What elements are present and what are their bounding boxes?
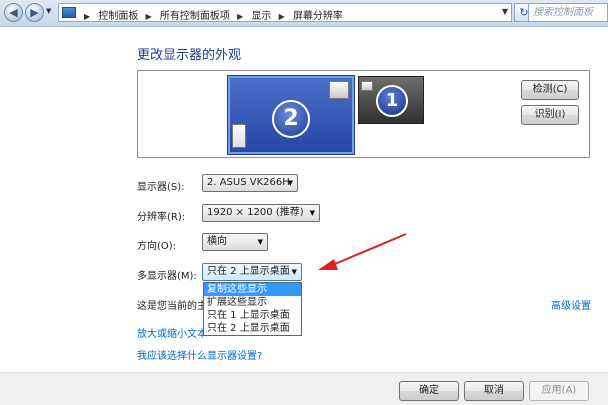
- chevron-down-icon: ▼: [257, 238, 263, 246]
- display-settings-help-link[interactable]: 我应该选择什么显示器设置?: [137, 347, 262, 362]
- breadcrumb-chevron-icon[interactable]: ▶: [84, 12, 90, 21]
- address-bar-area: ◀ ▶ ▼ ▶ 控制面板 ▶ 所有控制面板项 ▶ 显示 ▶ 屏幕分辨率 ▼ ↻ …: [0, 0, 608, 27]
- ok-button[interactable]: 确定: [399, 381, 459, 401]
- annotation-arrow-icon: [318, 233, 407, 270]
- display-select[interactable]: 2. ASUS VK266H ▼: [202, 174, 298, 192]
- search-input[interactable]: 搜索控制面板: [528, 3, 608, 22]
- multiple-displays-label: 多显示器(M):: [137, 271, 197, 282]
- display-select-value: 2. ASUS VK266H: [207, 177, 290, 188]
- window-icon: [361, 81, 373, 91]
- back-button[interactable]: ◀: [4, 3, 23, 22]
- chevron-down-icon: ▼: [287, 179, 293, 187]
- window-icon: [329, 81, 349, 99]
- breadcrumb-control-panel[interactable]: 控制面板: [98, 11, 138, 22]
- menu-item-duplicate[interactable]: 复制这些显示: [204, 283, 301, 296]
- monitor-1-tile[interactable]: 1: [358, 76, 424, 124]
- orientation-select-value: 横向: [207, 236, 227, 247]
- desktop-icon: [232, 124, 246, 148]
- chevron-down-icon: ▼: [309, 209, 315, 217]
- dialog-footer: 确定 取消 应用(A): [0, 372, 608, 405]
- breadcrumb-all-items[interactable]: 所有控制面板项: [160, 11, 230, 22]
- address-field[interactable]: ▶ 控制面板 ▶ 所有控制面板项 ▶ 显示 ▶ 屏幕分辨率 ▼: [58, 3, 512, 22]
- page-title: 更改显示器的外观: [137, 48, 242, 63]
- orientation-select[interactable]: 横向 ▼: [202, 233, 268, 251]
- detect-button[interactable]: 检测(C): [521, 80, 579, 100]
- breadcrumb-display[interactable]: 显示: [251, 11, 271, 22]
- display-label: 显示器(S):: [137, 182, 185, 193]
- multiple-displays-select[interactable]: 只在 2 上显示桌面 ▼: [202, 263, 302, 281]
- menu-item-only-2[interactable]: 只在 2 上显示桌面: [204, 322, 301, 335]
- advanced-settings-link[interactable]: 高级设置: [551, 297, 591, 312]
- menu-item-only-1[interactable]: 只在 1 上显示桌面: [204, 309, 301, 322]
- breadcrumb-chevron-icon[interactable]: ▶: [279, 12, 285, 21]
- address-dropdown-icon[interactable]: ▼: [502, 7, 508, 16]
- identify-button[interactable]: 识别(I): [521, 105, 579, 125]
- recent-pages-chevron-icon[interactable]: ▼: [46, 7, 51, 15]
- monitor-number-badge: 2: [272, 100, 310, 138]
- chevron-down-icon: ▼: [291, 268, 297, 276]
- main-display-status-text: 这是您当前的主: [137, 301, 207, 312]
- forward-button[interactable]: ▶: [25, 3, 44, 22]
- control-panel-icon: [62, 7, 76, 18]
- monitor-2-tile[interactable]: 2: [227, 75, 355, 155]
- apply-button[interactable]: 应用(A): [529, 381, 589, 401]
- monitor-number-badge: 1: [376, 85, 408, 117]
- text-size-link[interactable]: 放大或缩小文本: [137, 325, 207, 340]
- menu-item-extend[interactable]: 扩展这些显示: [204, 296, 301, 309]
- breadcrumb-chevron-icon[interactable]: ▶: [237, 12, 243, 21]
- resolution-select-value: 1920 × 1200 (推荐): [207, 207, 304, 218]
- multiple-displays-select-value: 只在 2 上显示桌面: [207, 266, 290, 277]
- multiple-displays-menu: 复制这些显示 扩展这些显示 只在 1 上显示桌面 只在 2 上显示桌面: [203, 282, 302, 336]
- cancel-button[interactable]: 取消: [464, 381, 524, 401]
- resolution-select[interactable]: 1920 × 1200 (推荐) ▼: [202, 204, 320, 222]
- orientation-label: 方向(O):: [137, 241, 177, 252]
- resolution-label: 分辨率(R):: [137, 212, 186, 223]
- breadcrumb-screen-resolution[interactable]: 屏幕分辨率: [293, 11, 343, 22]
- breadcrumb-chevron-icon[interactable]: ▶: [146, 12, 152, 21]
